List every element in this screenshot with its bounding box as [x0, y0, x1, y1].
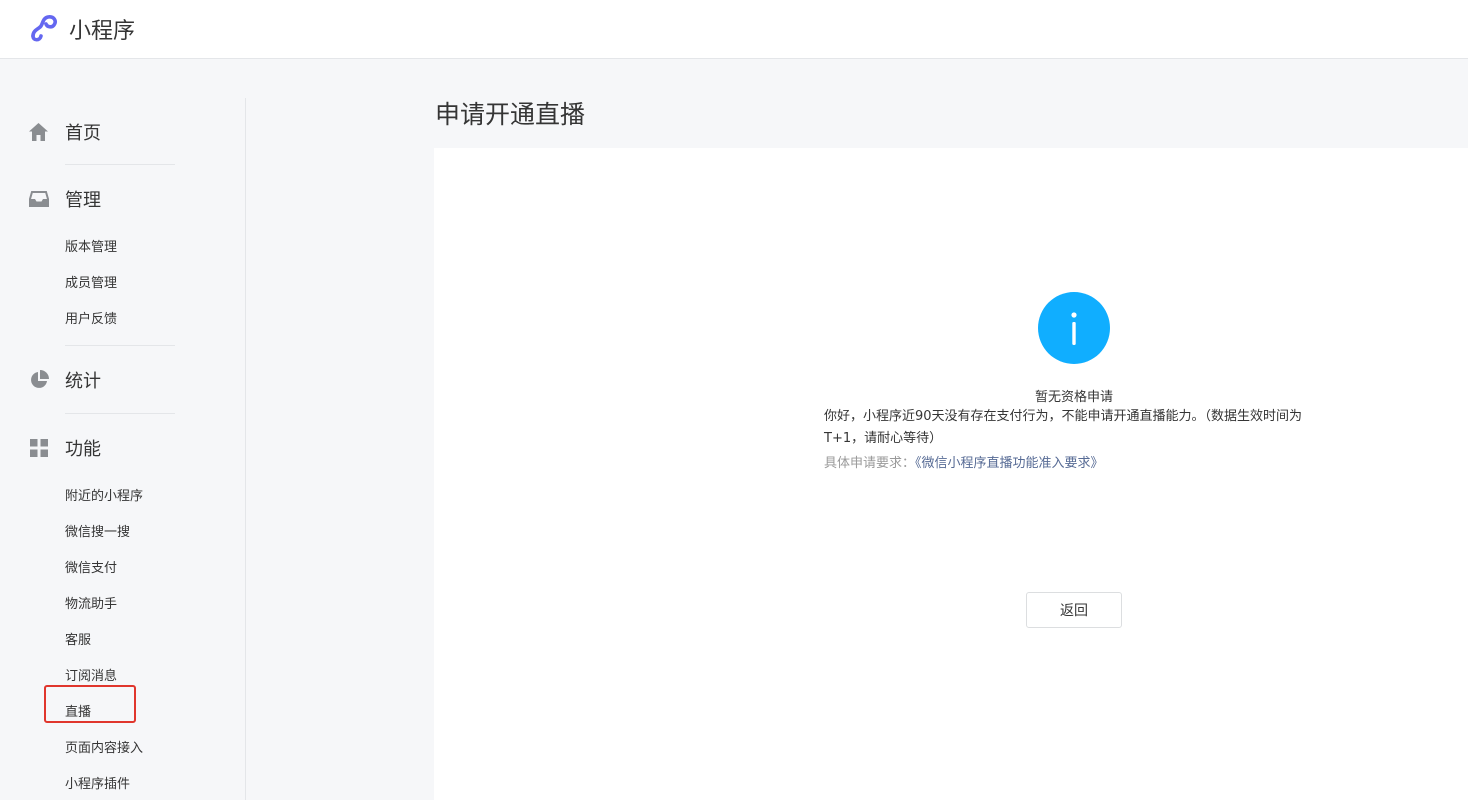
sidebar-stats-label: 统计: [65, 371, 101, 392]
sidebar-item-wechat-search[interactable]: 微信搜一搜: [65, 524, 130, 542]
sidebar-features-label: 功能: [65, 439, 101, 460]
back-button[interactable]: 返回: [1026, 592, 1122, 628]
pie-chart-icon: [28, 370, 49, 391]
sidebar-divider: [65, 164, 175, 165]
info-icon: [1038, 292, 1110, 364]
requirements-label: 具体申请要求：: [824, 456, 916, 471]
sidebar-item-user-feedback[interactable]: 用户反馈: [65, 311, 117, 329]
sidebar-item-version-management[interactable]: 版本管理: [65, 239, 117, 257]
sidebar-section-manage[interactable]: 管理: [28, 187, 101, 211]
sidebar-manage-label: 管理: [65, 190, 101, 211]
sidebar-section-stats[interactable]: 统计: [28, 368, 101, 392]
sidebar-section-features[interactable]: 功能: [28, 436, 101, 460]
mini-program-logo-icon[interactable]: [28, 12, 62, 42]
requirements-row: 具体申请要求：《微信小程序直播功能准入要求》: [824, 452, 1104, 471]
sidebar-item-nearby-mini-programs[interactable]: 附近的小程序: [65, 488, 143, 506]
sidebar-divider: [65, 413, 175, 414]
sidebar-home-label: 首页: [65, 123, 101, 144]
sidebar-item-subscription-messages[interactable]: 订阅消息: [65, 668, 117, 686]
sidebar-divider: [65, 345, 175, 346]
sidebar-item-logistics-assistant[interactable]: 物流助手: [65, 596, 117, 614]
sidebar-section-home[interactable]: 首页: [28, 120, 101, 144]
sidebar-item-wechat-pay[interactable]: 微信支付: [65, 560, 117, 578]
home-icon: [28, 122, 49, 143]
sidebar-item-customer-service[interactable]: 客服: [65, 632, 91, 650]
notice-body: 你好，小程序近90天没有存在支付行为，不能申请开通直播能力。（数据生效时间为T+…: [824, 409, 1303, 446]
inbox-icon: [28, 189, 49, 210]
notice-heading: 暂无资格申请: [1034, 390, 1113, 405]
brand-title[interactable]: 小程序: [69, 13, 135, 45]
requirements-link[interactable]: 《微信小程序直播功能准入要求》: [915, 456, 1104, 471]
sidebar-item-mini-program-plugins[interactable]: 小程序插件: [65, 776, 130, 794]
live-streaming-highlight-box: [44, 685, 136, 723]
sidebar-divider: [245, 98, 246, 800]
page-title: 申请开通直播: [435, 100, 586, 129]
sidebar-item-page-content-access[interactable]: 页面内容接入: [65, 740, 143, 758]
content-panel: [434, 148, 1468, 800]
top-bar: 小程序: [0, 0, 1468, 59]
grid-icon: [28, 438, 49, 459]
sidebar-item-member-management[interactable]: 成员管理: [65, 275, 117, 293]
